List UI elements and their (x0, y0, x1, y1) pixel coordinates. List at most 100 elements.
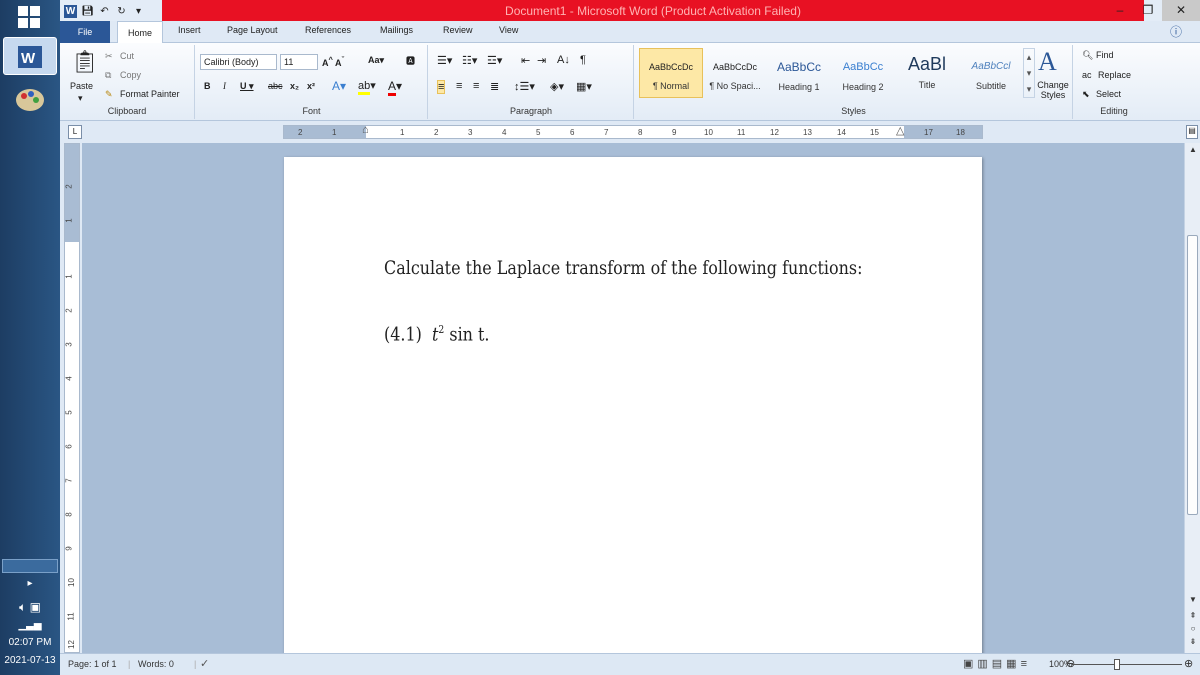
cut-button[interactable]: Cut (120, 51, 134, 61)
change-case-button[interactable]: Aa▾ (368, 55, 384, 66)
status-bar: Page: 1 of 1 | Words: 0 | ✓ ▣▥▤▦≡ 100% ⊖… (60, 653, 1200, 675)
paste-icon[interactable]: 📋︎ (68, 49, 102, 79)
borders-button[interactable]: ▦▾ (576, 80, 592, 93)
text-effects-button[interactable]: A▾ (332, 79, 346, 93)
help-icon[interactable]: ⓘ (1170, 23, 1182, 40)
first-line-indent-marker[interactable]: ⌂ (362, 126, 369, 136)
next-page-icon[interactable]: ⇟ (1187, 637, 1199, 646)
styles-group: AaBbCcDc ¶ Normal AaBbCcDc ¶ No Spaci... A… (635, 45, 1073, 119)
format-painter-button[interactable]: Format Painter (120, 89, 180, 99)
tab-mailings[interactable]: Mailings (380, 25, 413, 35)
format-painter-icon: ✎ (105, 89, 113, 99)
font-size-combo[interactable]: 11 (280, 54, 318, 70)
taskbar-word-app[interactable]: W (3, 37, 57, 75)
tab-review[interactable]: Review (443, 25, 473, 35)
document-text-line-1: Calculate the Laplace transform of the f… (384, 257, 863, 279)
change-styles-icon[interactable]: A (1038, 47, 1057, 77)
numbering-button[interactable]: ☷▾ (462, 54, 477, 67)
proofing-icon[interactable]: ✓ (200, 657, 209, 670)
tab-file[interactable]: File (60, 21, 110, 43)
paste-button[interactable]: Paste (70, 81, 93, 91)
tab-selector-icon[interactable]: L (68, 125, 82, 139)
tab-page-layout[interactable]: Page Layout (227, 25, 278, 35)
line-spacing-button[interactable]: ↕☰▾ (514, 80, 535, 93)
right-indent-marker[interactable]: △ (896, 126, 904, 137)
volume-icon[interactable]: 🔈︎ ▣ (0, 600, 60, 615)
select-button[interactable]: Select (1096, 89, 1121, 99)
view-ruler-icon[interactable]: ▤ (1186, 125, 1198, 139)
align-center-button[interactable]: ≡ (456, 80, 462, 92)
find-button[interactable]: Find (1096, 50, 1114, 60)
view-buttons[interactable]: ▣▥▤▦≡ (963, 657, 1031, 670)
start-button[interactable] (18, 6, 42, 30)
scroll-down-icon[interactable]: ▼ (1187, 595, 1199, 604)
replace-button[interactable]: Replace (1098, 70, 1131, 80)
decrease-indent-button[interactable]: ⇤ (521, 54, 530, 67)
align-right-button[interactable]: ≡ (473, 80, 479, 92)
italic-button[interactable]: I (223, 81, 226, 91)
font-color-button[interactable]: A▾ (388, 79, 402, 96)
style-normal[interactable]: AaBbCcDc ¶ Normal (639, 48, 703, 98)
page-count[interactable]: Page: 1 of 1 (68, 659, 117, 669)
previous-page-icon[interactable]: ⇞ (1187, 611, 1199, 620)
scroll-thumb[interactable] (1187, 235, 1198, 515)
strikethrough-button[interactable]: abc (268, 81, 283, 91)
zoom-slider-thumb[interactable] (1114, 659, 1120, 670)
word-count[interactable]: Words: 0 (138, 659, 174, 669)
zoom-in-icon[interactable]: ⊕ (1184, 657, 1193, 670)
undo-icon[interactable]: ↶ (98, 5, 111, 18)
tab-references[interactable]: References (305, 25, 351, 35)
vertical-ruler[interactable]: 2 1 1 2 3 4 5 6 7 8 9 10 11 12 (64, 143, 80, 653)
network-icon[interactable]: ▁▃▅ (0, 620, 60, 631)
clear-formatting-icon[interactable]: 🅰︎ (406, 54, 415, 67)
font-group: Calibri (Body) 11 A^ Aˇ Aa▾ 🅰︎ B I U ▾ a… (196, 45, 428, 119)
copy-button[interactable]: Copy (120, 70, 141, 80)
style-title[interactable]: AaBl Title (895, 48, 959, 98)
change-styles-button[interactable]: Change Styles (1035, 80, 1071, 100)
vertical-scrollbar[interactable]: ▲ ▼ ⇞ ○ ⇟ (1184, 143, 1200, 653)
ruler-mark: 7 (604, 128, 609, 137)
underline-button[interactable]: U ▾ (240, 81, 254, 92)
highlight-color-button[interactable]: ab▾ (358, 79, 376, 95)
shading-button[interactable]: ◈▾ (550, 80, 564, 93)
restore-button[interactable]: ❐ (1134, 0, 1162, 21)
scroll-up-icon[interactable]: ▲ (1187, 145, 1199, 154)
style-heading-2[interactable]: AaBbCc Heading 2 (831, 48, 895, 98)
horizontal-ruler[interactable]: 2 1 1 2 3 4 5 6 7 8 9 10 11 12 13 14 15 … (283, 125, 983, 139)
redo-icon[interactable]: ↻ (115, 5, 128, 18)
minimize-button[interactable]: – (1106, 0, 1134, 21)
superscript-button[interactable]: x² (307, 81, 315, 91)
style-subtitle[interactable]: AaBbCcl Subtitle (959, 48, 1023, 98)
tray-date: 2021-07-13 (4, 655, 56, 666)
justify-button[interactable]: ≣ (490, 80, 499, 93)
subscript-button[interactable]: x₂ (290, 81, 299, 91)
tab-home[interactable]: Home (117, 21, 164, 44)
tab-insert[interactable]: Insert (178, 25, 201, 35)
tray-arrow-icon[interactable]: ▸ (0, 578, 60, 589)
taskbar-paint-app[interactable] (3, 80, 57, 118)
show-marks-button[interactable]: ¶ (580, 54, 586, 66)
ruler-mark: 12 (770, 128, 779, 137)
multilevel-list-button[interactable]: ☲▾ (487, 54, 502, 67)
style-preview: AaBbCcl (971, 61, 1011, 72)
align-left-button[interactable]: ≡ (437, 80, 446, 94)
zoom-slider[interactable] (1072, 664, 1182, 665)
grow-font-button[interactable]: A^ Aˇ (322, 55, 344, 68)
show-desktop-bar[interactable] (2, 559, 58, 573)
increase-indent-button[interactable]: ⇥ (537, 54, 546, 67)
document-page[interactable]: Calculate the Laplace transform of the f… (284, 157, 982, 653)
tab-view[interactable]: View (499, 25, 518, 35)
bold-button[interactable]: B (204, 81, 211, 91)
font-name-combo[interactable]: Calibri (Body) (200, 54, 277, 70)
styles-scroll-buttons[interactable]: ▴ ▾ ▾ (1023, 48, 1035, 98)
vruler-mark: 12 (66, 640, 76, 649)
style-heading-1[interactable]: AaBbCc Heading 1 (767, 48, 831, 98)
customize-qat-icon[interactable]: ▾ (132, 5, 145, 18)
style-no-spacing[interactable]: AaBbCcDc ¶ No Spaci... (703, 48, 767, 98)
save-icon[interactable]: 💾︎ (81, 5, 94, 18)
paste-dropdown-icon[interactable]: ▾ (78, 93, 83, 104)
browse-object-icon[interactable]: ○ (1187, 624, 1199, 633)
close-button[interactable]: ✕ (1162, 0, 1200, 21)
sort-button[interactable]: A↓ (557, 54, 570, 66)
bullets-button[interactable]: ☰▾ (437, 54, 452, 67)
